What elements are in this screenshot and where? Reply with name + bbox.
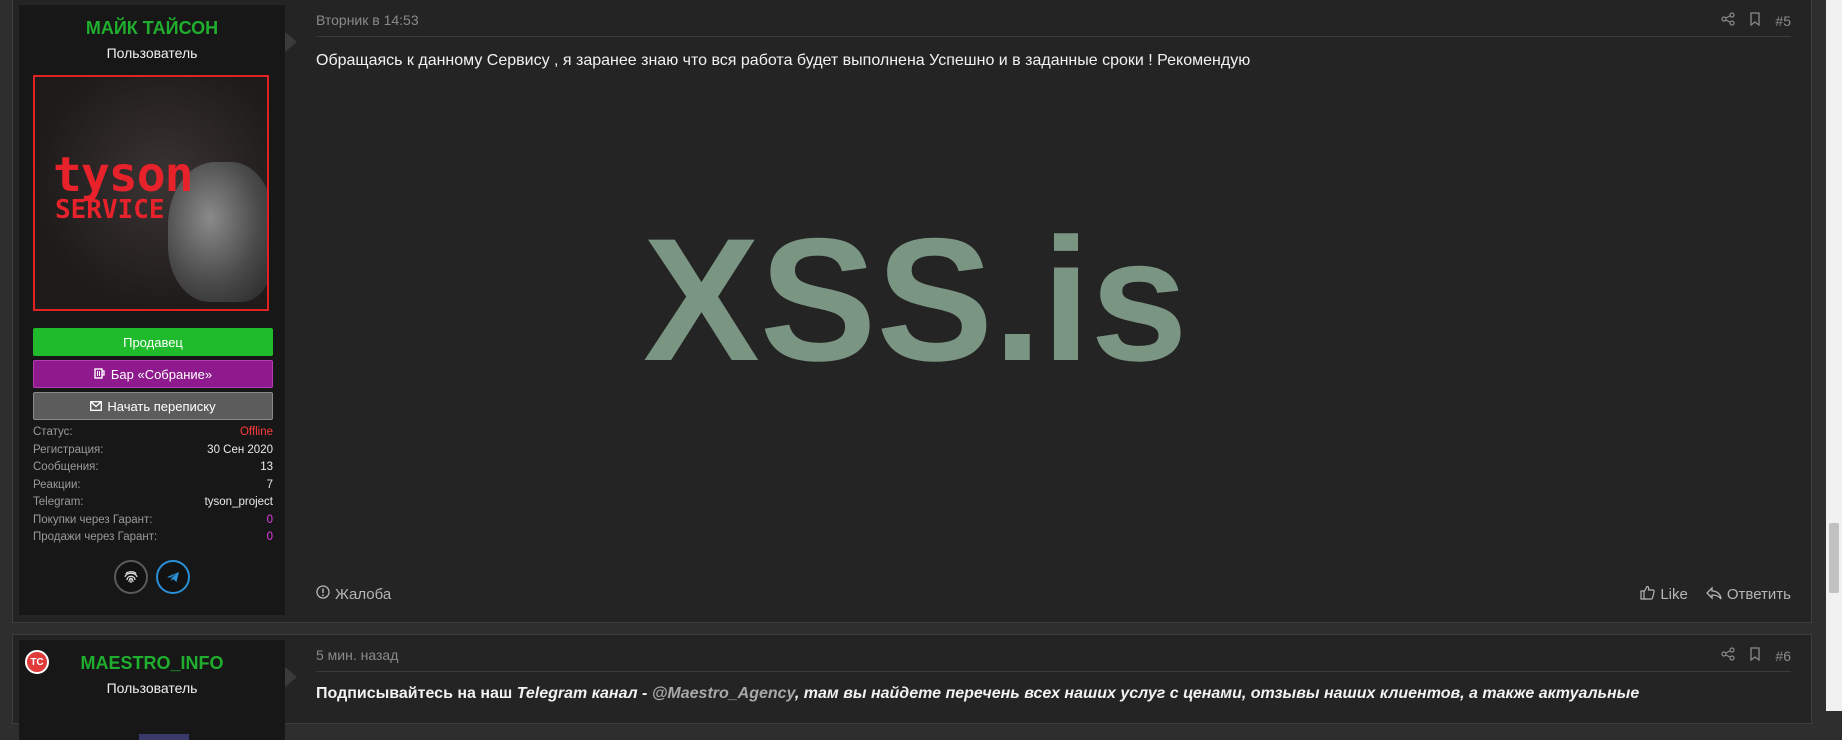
user-role: Пользователь (106, 45, 198, 61)
stat-value: Offline (239, 426, 273, 438)
stat-row-messages: Сообщения: 13 (33, 459, 273, 477)
telegram-mention-link[interactable]: @Maestro_Agency (652, 685, 795, 702)
stat-key: Реакции: (33, 478, 81, 491)
post-message: Обращаясь к данному Сервису , я заранее … (316, 52, 1251, 69)
warning-icon (316, 585, 330, 603)
bar-group-button[interactable]: Бар «Собрание» (33, 360, 273, 388)
reply-icon (1705, 585, 1722, 604)
stat-value: tyson_project (204, 496, 273, 508)
stat-value: 0 (266, 513, 273, 526)
user-role: Пользователь (106, 680, 198, 696)
xss-logo-image: XSS.is (643, 203, 1188, 380)
user-badges (19, 560, 285, 594)
username-link[interactable]: МАЙК ТАЙСОН (19, 18, 285, 39)
stat-row-purchases-guarantee: Покупки через Гарант: 0 (33, 512, 273, 530)
post-number[interactable]: #6 (1775, 648, 1791, 664)
envelope-icon (90, 399, 103, 414)
user-panel: МАЙК ТАЙСОН Пользователь tyson SERVICE П… (19, 5, 297, 615)
report-label: Жалоба (335, 585, 392, 603)
seller-label: Продавец (123, 334, 183, 350)
avatar-logo-subtext: SERVICE (55, 195, 165, 225)
fingerprint-icon[interactable] (114, 560, 148, 594)
telegram-icon[interactable] (156, 560, 190, 594)
user-avatar[interactable]: TC (25, 650, 49, 674)
message-text-part: Подписывайтесь на наш (316, 685, 517, 702)
stat-row-status: Статус: Offline (33, 424, 273, 442)
post-meta-actions: #6 (1721, 647, 1791, 664)
stat-key: Покупки через Гарант: (33, 513, 153, 526)
stat-row-reactions: Реакции: 7 (33, 477, 273, 495)
thumbs-up-icon (1640, 585, 1656, 604)
xss-logo-text: XSS.is (643, 203, 1188, 380)
report-link[interactable]: Жалоба (316, 585, 391, 603)
stat-row-registration: Регистрация: 30 Сен 2020 (33, 442, 273, 460)
username-link[interactable]: MAESTRO_INFO (19, 653, 285, 674)
user-avatar[interactable]: tyson SERVICE (33, 75, 269, 311)
post-meta-actions: #5 (1721, 12, 1791, 29)
post-meta: 5 мин. назад #6 (316, 647, 1791, 672)
like-label: Like (1660, 586, 1688, 603)
stat-key: Сообщения: (33, 461, 99, 473)
start-conversation-button[interactable]: Начать переписку (33, 392, 273, 420)
reply-label: Ответить (1726, 586, 1791, 603)
stat-key: Telegram: (33, 496, 84, 508)
post-date[interactable]: Вторник в 14:53 (316, 12, 419, 28)
share-icon[interactable] (1721, 12, 1736, 29)
scrollbar-thumb[interactable] (1829, 523, 1839, 593)
post-message: Подписывайтесь на наш Telegram канал - @… (316, 685, 1796, 703)
start-conversation-label: Начать переписку (107, 398, 216, 414)
like-button[interactable]: Like (1640, 585, 1688, 604)
stat-value: 0 (266, 531, 273, 543)
bookmark-icon[interactable] (1749, 647, 1761, 664)
stat-row-telegram: Telegram: tyson_project (33, 494, 273, 512)
stat-value: 30 Сен 2020 (207, 443, 273, 456)
avatar-image-partial (139, 734, 189, 740)
stat-key: Регистрация: (33, 443, 104, 456)
post-meta: Вторник в 14:53 #5 (316, 12, 1791, 37)
share-icon[interactable] (1721, 647, 1736, 664)
post-5: МАЙК ТАЙСОН Пользователь tyson SERVICE П… (12, 0, 1812, 623)
post-actions: Like Ответить (1640, 585, 1791, 604)
scrollbar-track[interactable] (1826, 0, 1842, 711)
stat-value: 13 (260, 461, 273, 473)
message-text-italic: Telegram канал - (516, 685, 652, 702)
message-text-italic: , там вы найдете перечень всех наших усл… (794, 685, 1640, 702)
stat-key: Продажи через Гарант: (33, 531, 158, 543)
stat-key: Статус: (33, 426, 73, 438)
reply-button[interactable]: Ответить (1705, 585, 1791, 604)
stat-row-sales-guarantee: Продажи через Гарант: 0 (33, 529, 273, 547)
bookmark-icon[interactable] (1749, 12, 1761, 29)
stat-value: 7 (266, 478, 273, 491)
post-date[interactable]: 5 мин. назад (316, 647, 398, 663)
user-panel: TC MAESTRO_INFO Пользователь (19, 640, 297, 740)
user-stats: Статус: Offline Регистрация: 30 Сен 2020… (33, 424, 273, 547)
bar-label: Бар «Собрание» (110, 366, 213, 382)
seller-badge-button[interactable]: Продавец (33, 328, 273, 356)
post-number[interactable]: #5 (1775, 13, 1791, 29)
beer-icon (94, 367, 106, 382)
